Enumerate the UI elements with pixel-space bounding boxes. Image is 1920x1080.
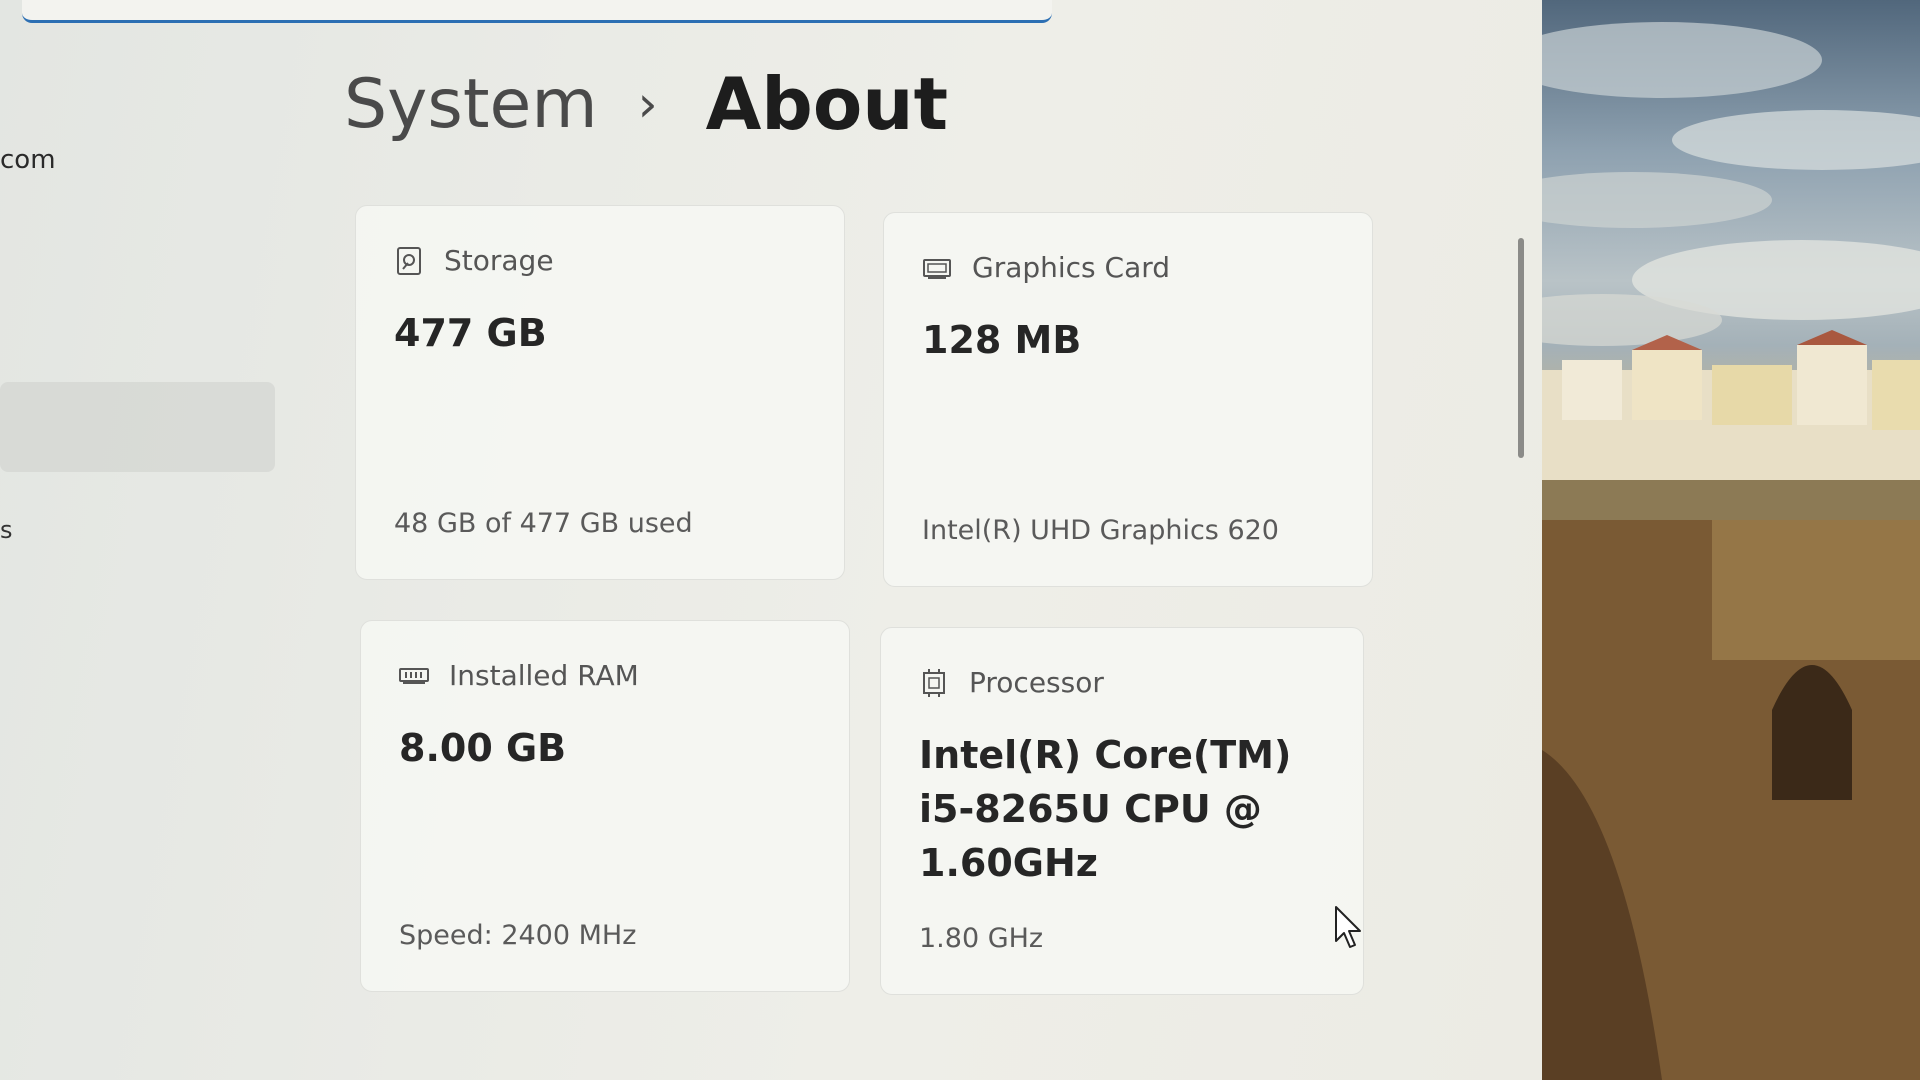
search-bar[interactable] [22, 0, 1052, 23]
processor-card[interactable]: Processor Intel(R) Core(TM) i5-8265U CPU… [880, 627, 1364, 995]
storage-card-header: Storage [394, 244, 554, 277]
ram-icon [399, 661, 429, 691]
graphics-card-title: Graphics Card [972, 251, 1171, 284]
ram-card[interactable]: Installed RAM 8.00 GB Speed: 2400 MHz [360, 620, 850, 992]
storage-card[interactable]: Storage 477 GB 48 GB of 477 GB used [355, 205, 845, 580]
graphics-card-card[interactable]: Graphics Card 128 MB Intel(R) UHD Graphi… [883, 212, 1373, 587]
processor-icon [919, 668, 949, 698]
desktop-wallpaper [1542, 0, 1920, 1080]
ram-card-title: Installed RAM [449, 659, 639, 692]
breadcrumb: System › About [344, 62, 948, 146]
storage-icon [394, 246, 424, 276]
breadcrumb-parent[interactable]: System [344, 65, 598, 144]
storage-card-detail: 48 GB of 477 GB used [394, 508, 693, 539]
ram-card-header: Installed RAM [399, 659, 639, 692]
nav-item-peek[interactable]: s [0, 516, 13, 544]
storage-card-title: Storage [444, 244, 554, 277]
processor-card-header: Processor [919, 666, 1104, 699]
graphics-card-detail: Intel(R) UHD Graphics 620 [922, 515, 1279, 546]
graphics-card-value: 128 MB [922, 318, 1082, 362]
page-title: About [705, 62, 948, 146]
account-email: com [0, 145, 56, 175]
graphics-card-header: Graphics Card [922, 251, 1170, 284]
nav-item-system-selected[interactable] [0, 382, 275, 472]
scrollbar-thumb[interactable] [1518, 238, 1524, 458]
breadcrumb-separator: › [637, 75, 658, 133]
wallpaper-town-cliff [1542, 330, 1920, 1080]
processor-card-value: Intel(R) Core(TM) i5-8265U CPU @ 1.60GHz [919, 733, 1292, 885]
ram-card-detail: Speed: 2400 MHz [399, 920, 637, 951]
storage-card-value: 477 GB [394, 311, 547, 355]
processor-card-title: Processor [969, 666, 1104, 699]
wallpaper-clouds [1542, 22, 1920, 346]
graphics-card-icon [922, 253, 952, 283]
mouse-cursor-icon [1335, 906, 1361, 948]
ram-card-value: 8.00 GB [399, 726, 567, 770]
settings-window: com s System › About Storage 477 GB 48 G… [0, 0, 1542, 1080]
processor-card-detail: 1.80 GHz [919, 923, 1044, 954]
